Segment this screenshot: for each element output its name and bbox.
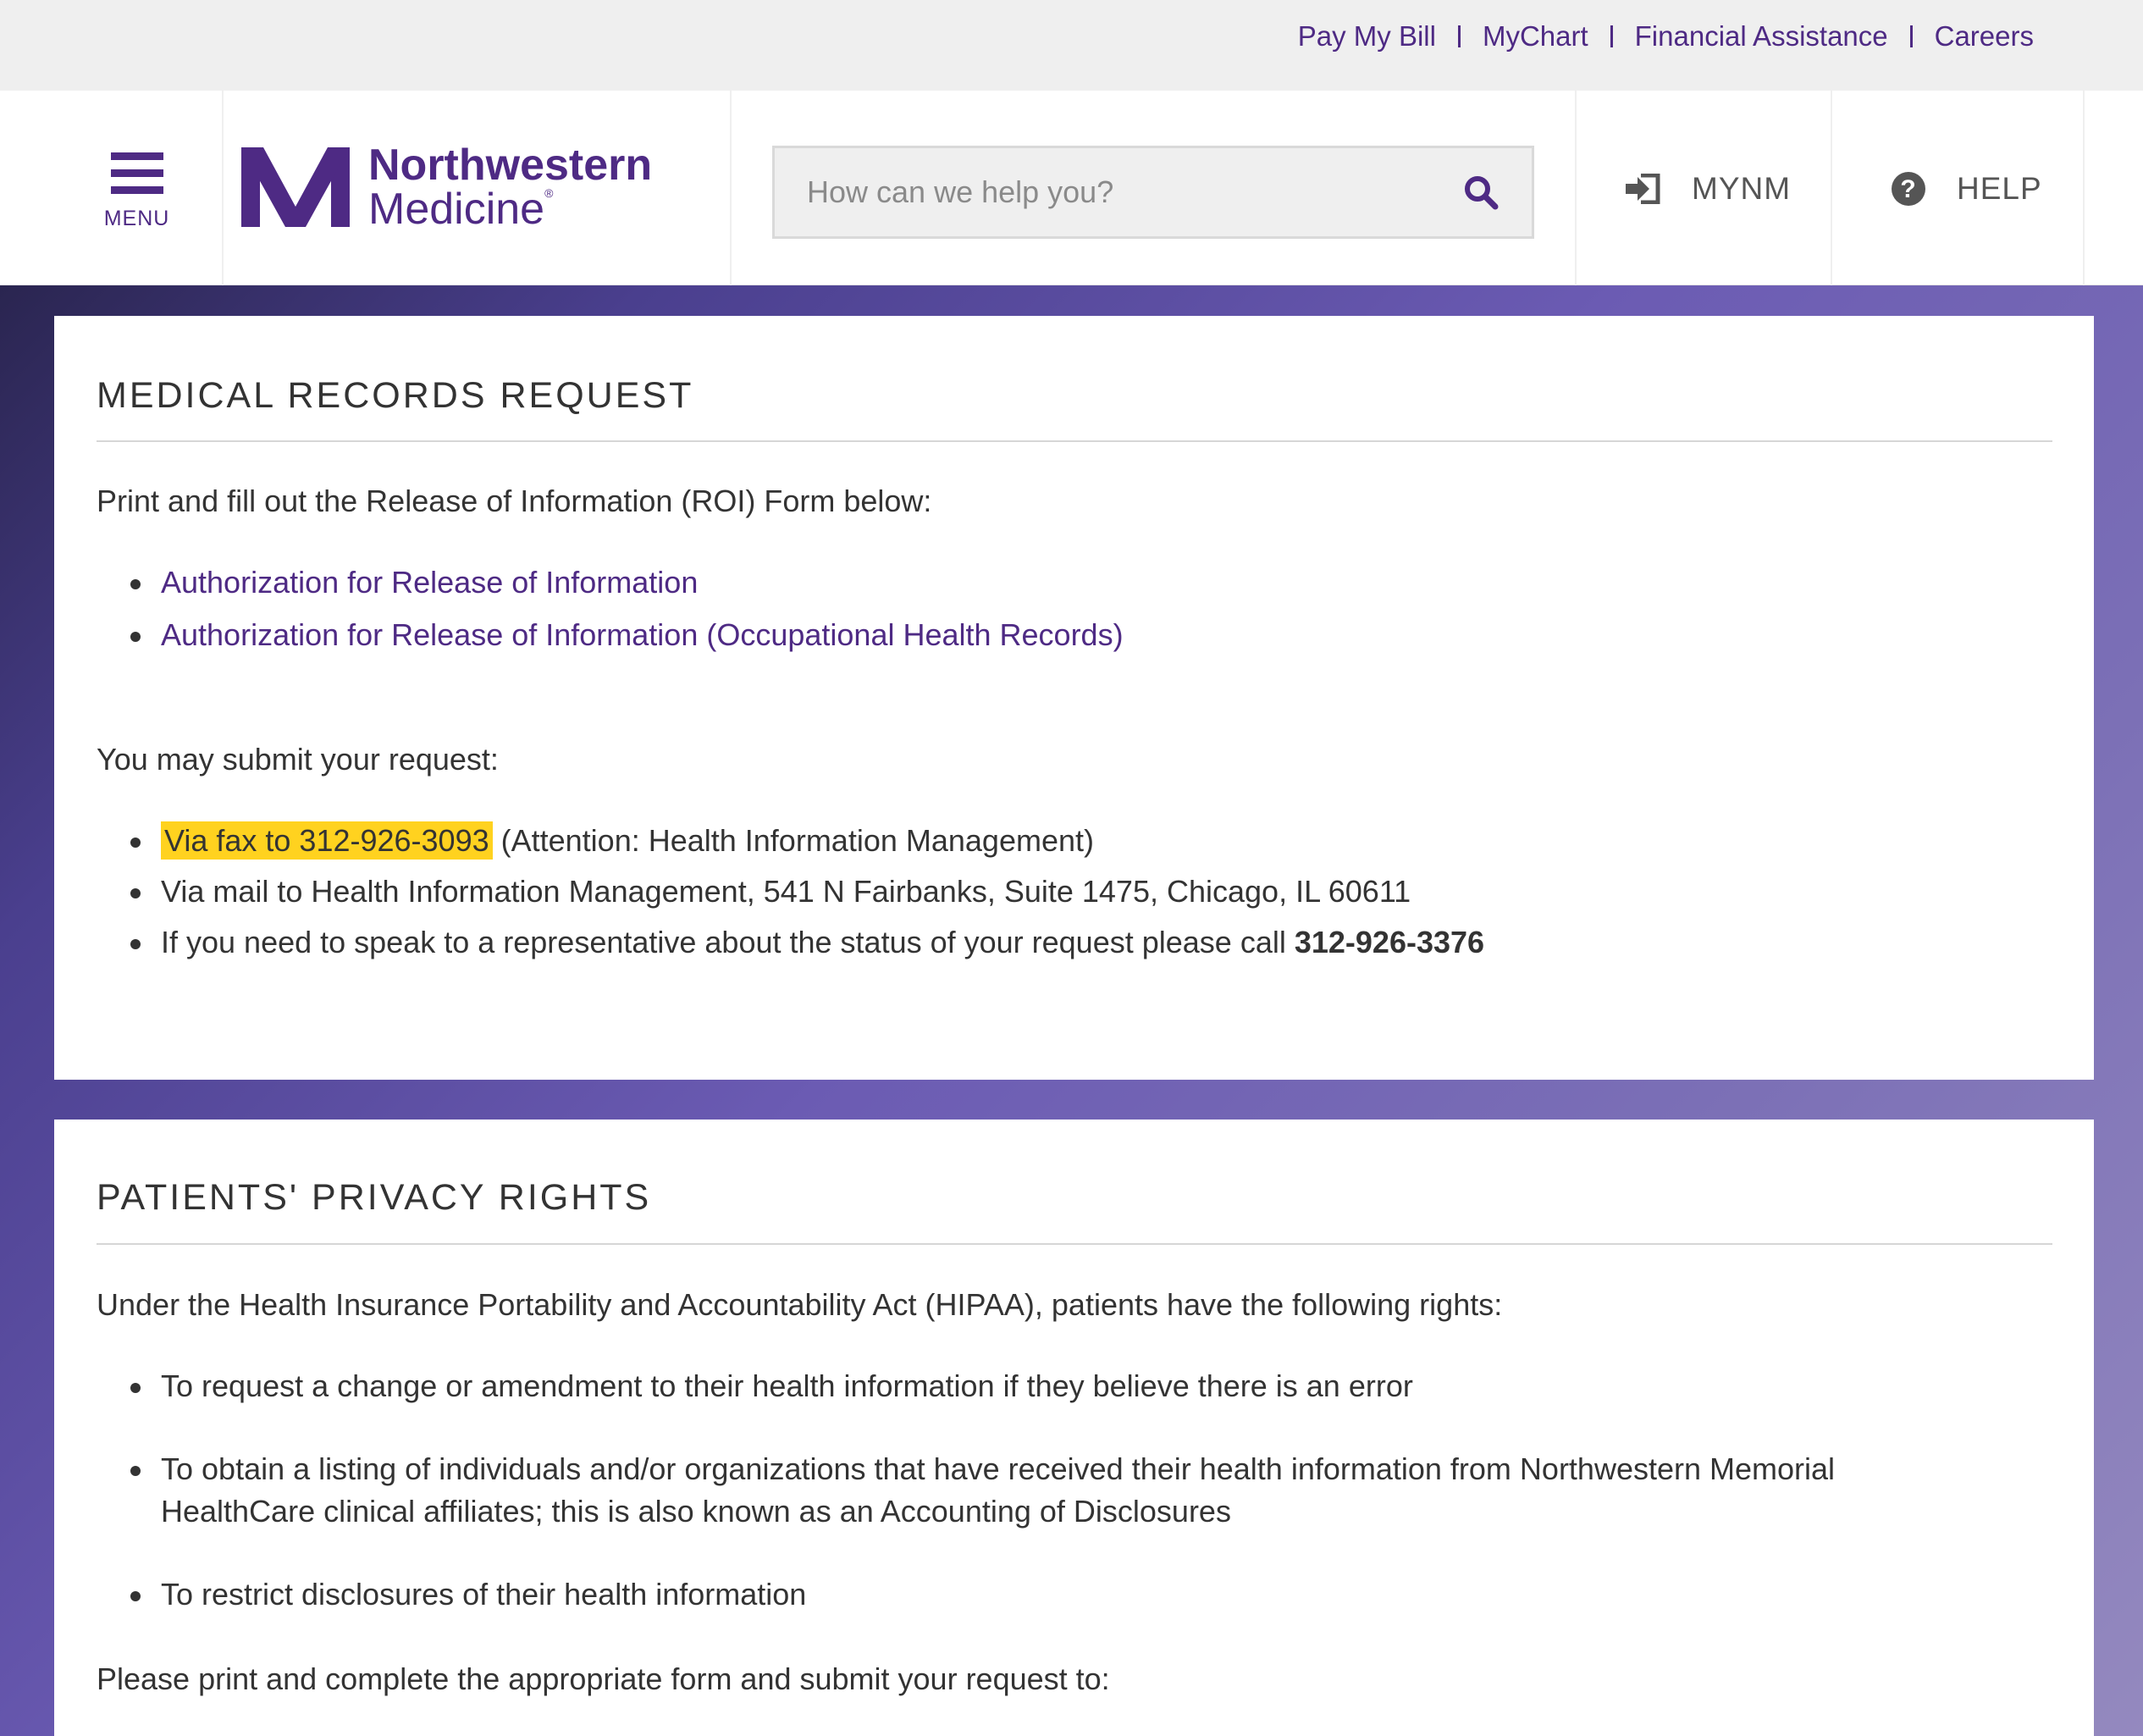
section-divider <box>97 440 2052 442</box>
utility-nav: Pay My Bill MyChart Financial Assistance… <box>1298 20 2034 53</box>
submit-intro: You may submit your request: <box>97 742 499 777</box>
search-icon[interactable] <box>1462 174 1500 211</box>
help-button[interactable]: ? HELP <box>1891 171 2042 207</box>
list-item: To restrict disclosures of their health … <box>130 1573 1835 1616</box>
logo-wordmark-line2: Medicine® <box>368 185 554 234</box>
fax-highlight: Via fax to 312-926-3093 <box>161 821 493 860</box>
closing-text: Please print and complete the appropriat… <box>97 1661 1110 1696</box>
list-item: Authorization for Release of Information… <box>130 614 1124 656</box>
section-divider <box>97 1243 2052 1245</box>
list-item: To request a change or amendment to thei… <box>130 1365 1835 1407</box>
utility-separator <box>1909 25 1913 47</box>
list-item: Authorization for Release of Information <box>130 561 1124 604</box>
search-input[interactable] <box>775 148 1462 236</box>
header-divider <box>222 91 224 285</box>
utility-separator <box>1457 25 1461 47</box>
careers-link[interactable]: Careers <box>1935 20 2034 53</box>
header-divider <box>1831 91 1832 285</box>
list-item: To obtain a listing of individuals and/o… <box>130 1448 1835 1533</box>
hipaa-intro: Under the Health Insurance Portability a… <box>97 1287 1503 1322</box>
list-item: If you need to speak to a representative… <box>130 921 1484 964</box>
phone-number: 312-926-3376 <box>1294 925 1485 959</box>
pay-my-bill-link[interactable]: Pay My Bill <box>1298 20 1436 53</box>
help-label: HELP <box>1957 171 2042 206</box>
mynm-label: MYNM <box>1692 171 1792 206</box>
section-title: PATIENTS' PRIVACY RIGHTS <box>97 1177 652 1218</box>
menu-button[interactable]: MENU <box>88 146 185 239</box>
list-item: Via mail to Health Information Managemen… <box>130 871 1484 913</box>
privacy-rights-card: PATIENTS' PRIVACY RIGHTS Under the Healt… <box>54 1120 2094 1736</box>
header-divider <box>730 91 732 285</box>
roi-forms-list: Authorization for Release of Information… <box>130 561 1124 656</box>
mynm-button[interactable]: MYNM <box>1626 171 1791 207</box>
rights-list: To request a change or amendment to thei… <box>130 1365 1835 1616</box>
header-divider <box>2083 91 2085 285</box>
list-item: Via fax to 312-926-3093 (Attention: Heal… <box>130 820 1484 862</box>
logo-wordmark-line1: Northwestern <box>368 141 653 190</box>
northwestern-medicine-logo[interactable]: Northwestern Medicine® <box>241 143 652 231</box>
roi-intro: Print and fill out the Release of Inform… <box>97 484 932 518</box>
site-search <box>772 146 1534 239</box>
financial-assistance-link[interactable]: Financial Assistance <box>1635 20 1888 53</box>
hamburger-icon <box>110 152 163 194</box>
site-header: MENU Northwestern Medicine® MYNM <box>0 91 2143 285</box>
nm-logo-mark-icon <box>241 147 350 227</box>
submit-methods-list: Via fax to 312-926-3093 (Attention: Heal… <box>130 820 1484 964</box>
utility-bar: Pay My Bill MyChart Financial Assistance… <box>0 0 2143 91</box>
roi-form-link[interactable]: Authorization for Release of Information <box>161 565 698 600</box>
section-title: MEDICAL RECORDS REQUEST <box>97 375 694 416</box>
roi-occupational-form-link[interactable]: Authorization for Release of Information… <box>161 617 1124 652</box>
menu-label: MENU <box>103 207 170 230</box>
mychart-link[interactable]: MyChart <box>1483 20 1588 53</box>
header-divider <box>1575 91 1577 285</box>
svg-text:?: ? <box>1900 175 1916 203</box>
login-icon <box>1626 174 1660 204</box>
medical-records-card: MEDICAL RECORDS REQUEST Print and fill o… <box>54 316 2094 1080</box>
question-circle-icon: ? <box>1892 172 1925 206</box>
utility-separator <box>1610 25 1613 47</box>
